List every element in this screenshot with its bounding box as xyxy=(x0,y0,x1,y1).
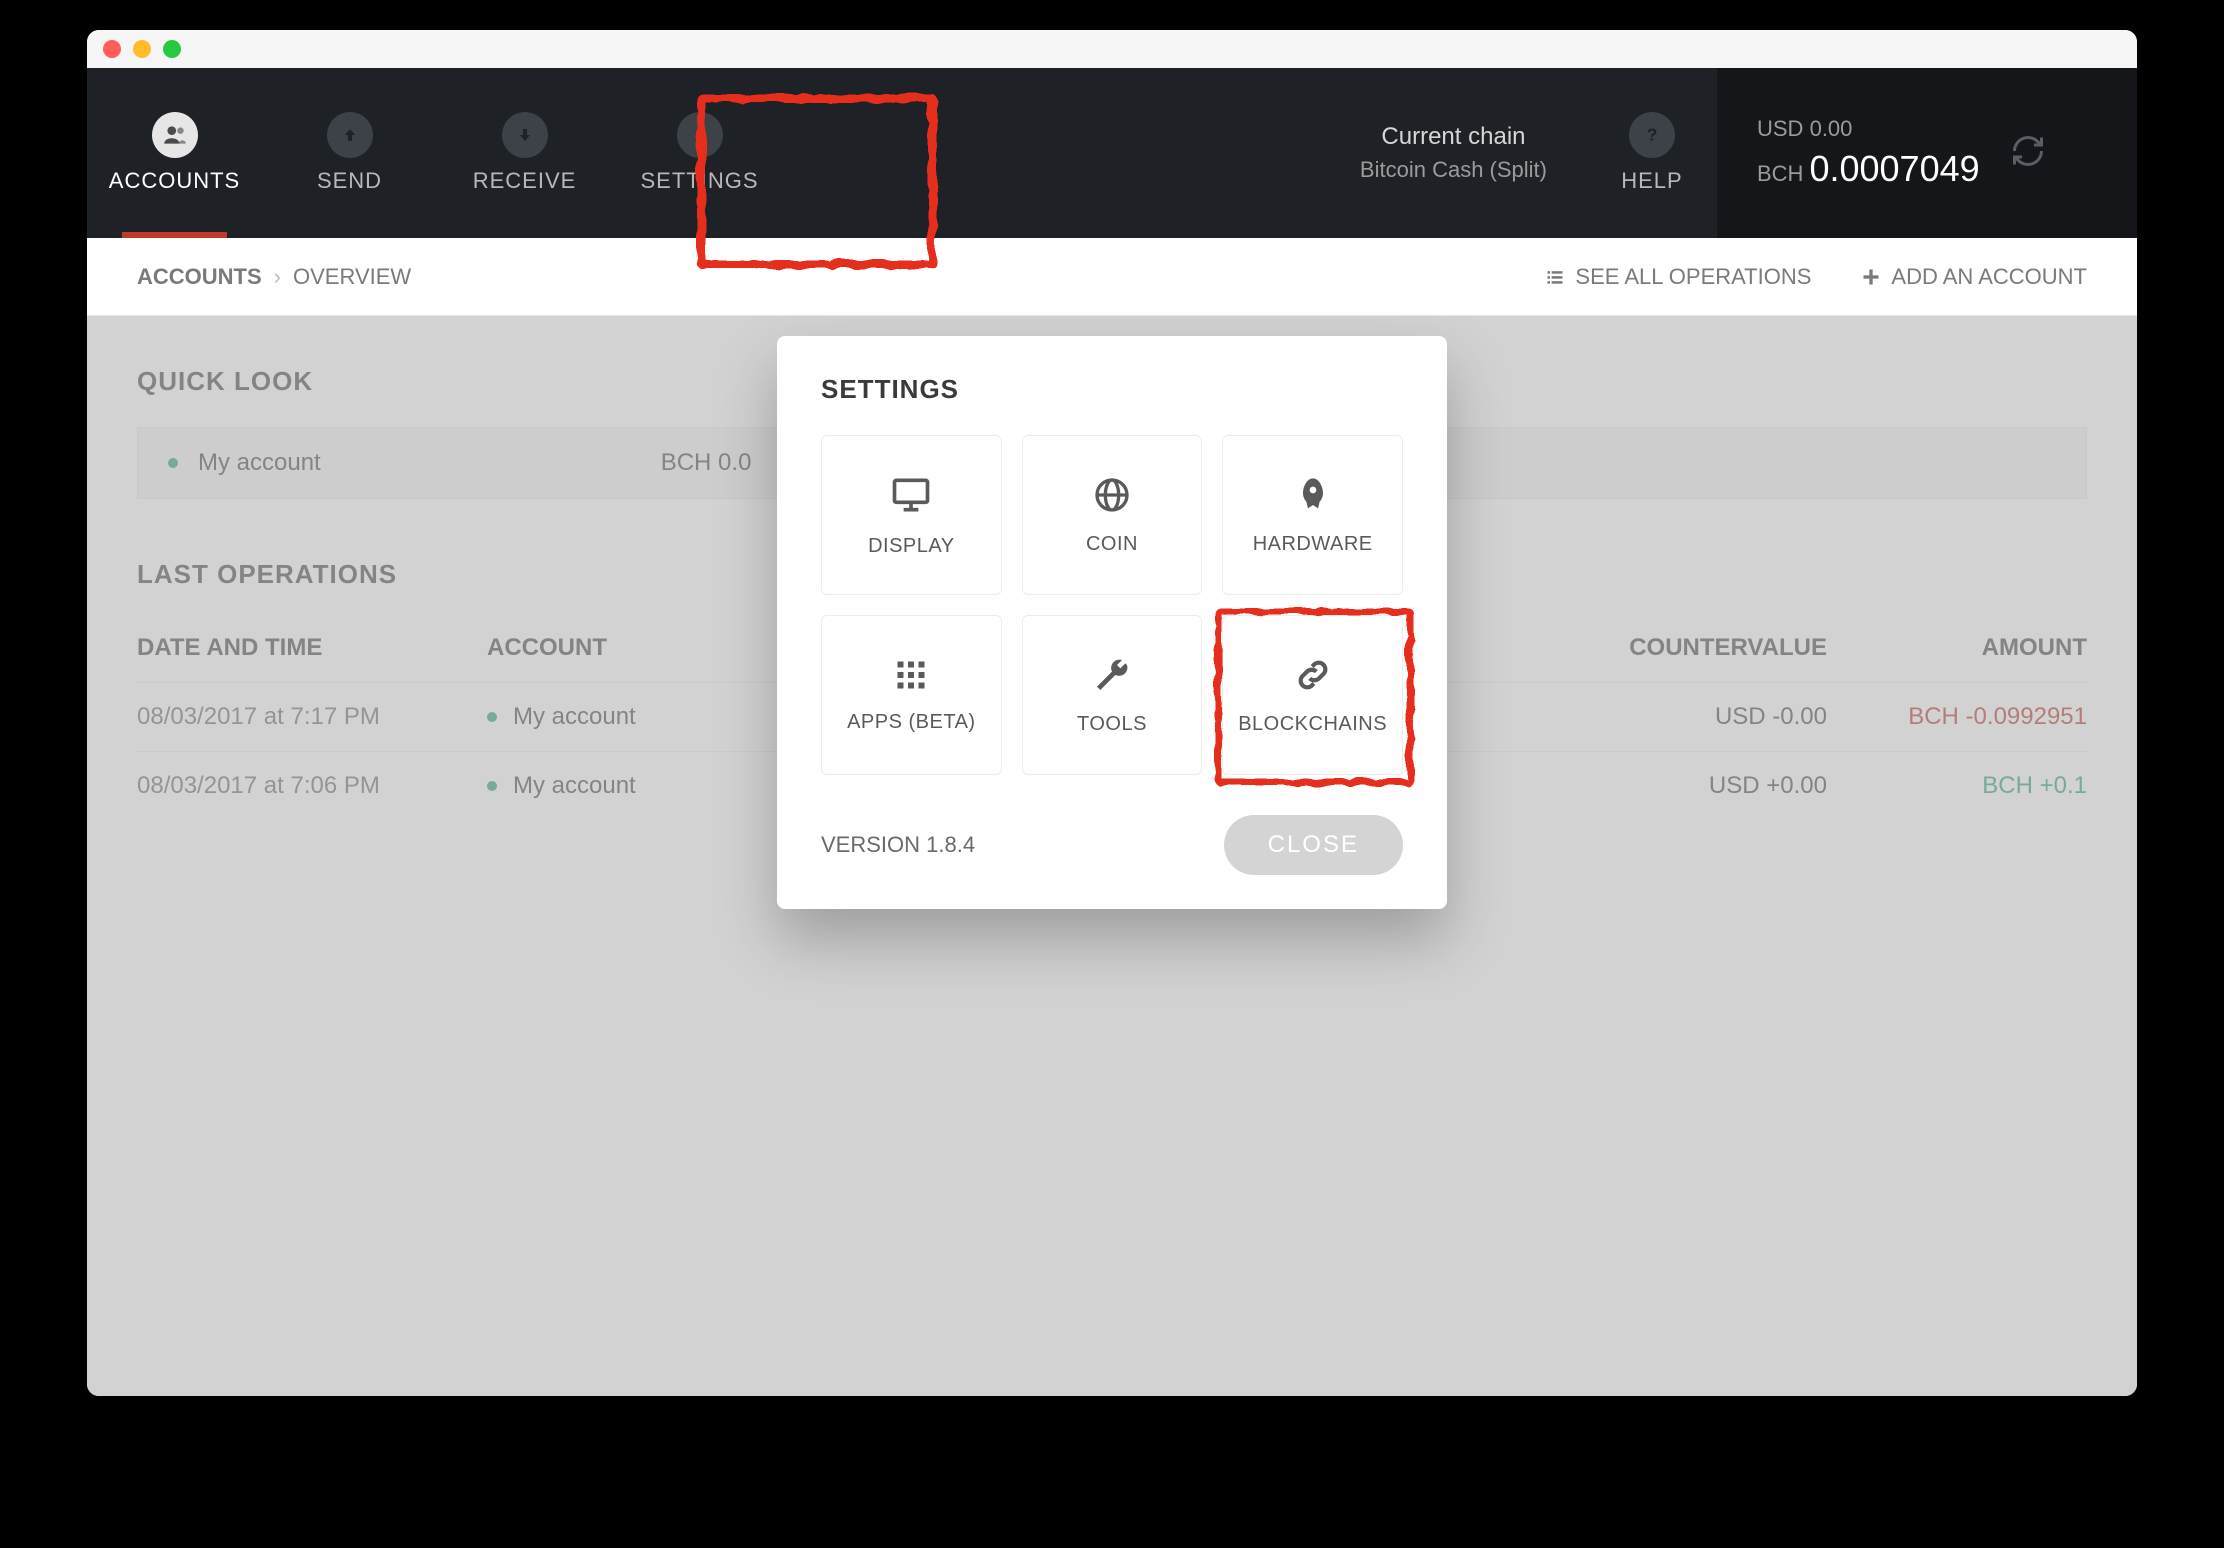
users-icon xyxy=(152,112,198,158)
grid-icon xyxy=(893,657,929,693)
gear-icon xyxy=(677,112,723,158)
balance-usd: USD 0.00 xyxy=(1757,116,1980,142)
nav-label: ACCOUNTS xyxy=(109,168,240,194)
close-window-dot[interactable] xyxy=(103,40,121,58)
globe-icon xyxy=(1092,475,1132,515)
breadcrumb-sep: › xyxy=(274,264,281,290)
list-icon xyxy=(1545,267,1565,287)
chain-name: Bitcoin Cash (Split) xyxy=(1360,157,1547,183)
version-label: VERSION 1.8.4 xyxy=(821,832,975,858)
monitor-icon xyxy=(889,473,933,517)
subbar: ACCOUNTS › OVERVIEW SEE ALL OPERATIONS A… xyxy=(87,238,2137,316)
refresh-icon[interactable] xyxy=(2010,133,2046,174)
tile-hardware[interactable]: HARDWARE xyxy=(1222,435,1403,595)
nav-receive[interactable]: RECEIVE xyxy=(437,68,612,238)
tile-display[interactable]: DISPLAY xyxy=(821,435,1002,595)
current-chain: Current chain Bitcoin Cash (Split) xyxy=(1320,68,1587,238)
balance-bch: BCH0.0007049 xyxy=(1757,148,1980,190)
nav-accounts[interactable]: ACCOUNTS xyxy=(87,68,262,238)
breadcrumb-root[interactable]: ACCOUNTS xyxy=(137,264,262,290)
nav-label: SEND xyxy=(317,168,382,194)
arrow-up-icon xyxy=(327,112,373,158)
wrench-icon xyxy=(1092,655,1132,695)
breadcrumb: ACCOUNTS › OVERVIEW xyxy=(137,264,411,290)
svg-text:?: ? xyxy=(1647,124,1658,144)
plus-icon xyxy=(1861,267,1881,287)
see-all-operations[interactable]: SEE ALL OPERATIONS xyxy=(1545,264,1811,290)
maximize-window-dot[interactable] xyxy=(163,40,181,58)
breadcrumb-page: OVERVIEW xyxy=(293,264,411,290)
main-nav: ACCOUNTS SEND RECEIVE SETTINGS xyxy=(87,68,787,238)
modal-overlay[interactable]: SETTINGS DISPLAY COIN HARDWARE xyxy=(87,316,2137,1396)
add-account[interactable]: ADD AN ACCOUNT xyxy=(1861,264,2087,290)
settings-modal: SETTINGS DISPLAY COIN HARDWARE xyxy=(777,336,1447,909)
modal-footer: VERSION 1.8.4 CLOSE xyxy=(821,815,1403,875)
settings-grid: DISPLAY COIN HARDWARE APPS (BETA) xyxy=(821,435,1403,775)
nav-settings[interactable]: SETTINGS xyxy=(612,68,787,238)
highlight-annotation xyxy=(1213,606,1412,784)
topbar: ACCOUNTS SEND RECEIVE SETTINGS xyxy=(87,68,2137,238)
titlebar xyxy=(87,30,2137,68)
minimize-window-dot[interactable] xyxy=(133,40,151,58)
app-window: ACCOUNTS SEND RECEIVE SETTINGS xyxy=(87,30,2137,1396)
tile-blockchains[interactable]: BLOCKCHAINS xyxy=(1222,615,1403,775)
content: QUICK LOOK My account BCH 0.0 LAST OPERA… xyxy=(87,316,2137,1396)
close-button[interactable]: CLOSE xyxy=(1224,815,1403,875)
chain-title: Current chain xyxy=(1381,123,1525,151)
tile-coin[interactable]: COIN xyxy=(1022,435,1203,595)
nav-label: RECEIVE xyxy=(473,168,577,194)
help-icon: ? xyxy=(1629,112,1675,158)
nav-label: HELP xyxy=(1621,168,1682,194)
balance-block: USD 0.00 BCH0.0007049 xyxy=(1717,68,2137,238)
nav-send[interactable]: SEND xyxy=(262,68,437,238)
nav-help[interactable]: ? HELP xyxy=(1587,68,1717,238)
nav-label: SETTINGS xyxy=(640,168,758,194)
chain-icon xyxy=(1293,655,1333,695)
modal-title: SETTINGS xyxy=(821,374,1403,405)
rocket-icon xyxy=(1293,475,1333,515)
tile-apps[interactable]: APPS (BETA) xyxy=(821,615,1002,775)
arrow-down-icon xyxy=(502,112,548,158)
tile-tools[interactable]: TOOLS xyxy=(1022,615,1203,775)
